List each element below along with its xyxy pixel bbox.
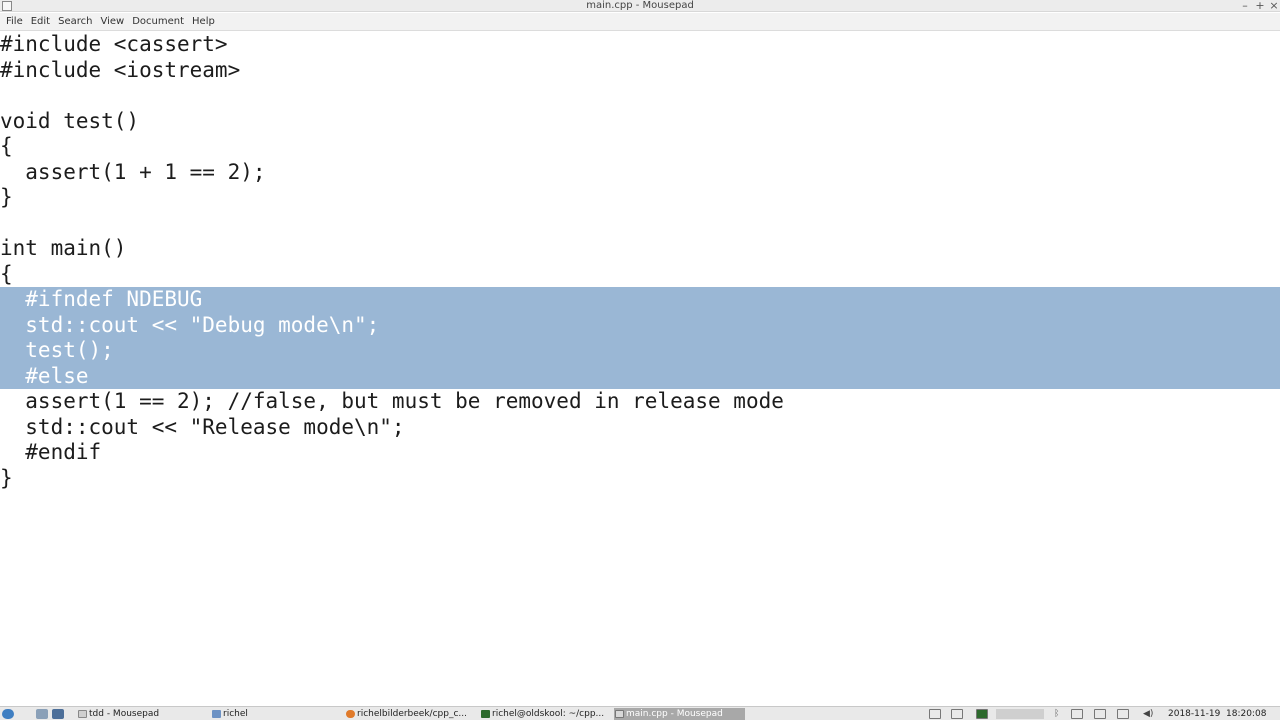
menu-help[interactable]: Help (188, 13, 219, 31)
selected-code-line[interactable]: std::cout << "Debug mode\n"; (0, 312, 1280, 338)
code-line[interactable]: int main() (0, 236, 1280, 262)
code-line[interactable]: std::cout << "Release mode\n"; (0, 415, 1280, 441)
menu-view[interactable]: View (96, 13, 128, 31)
clipboard-icon[interactable] (951, 709, 963, 719)
code-line[interactable]: #include <iostream> (0, 58, 1280, 84)
window-icon[interactable] (929, 709, 941, 719)
bluetooth-icon[interactable]: ᛒ (1054, 709, 1066, 719)
file-icon (615, 710, 624, 718)
code-line[interactable]: } (0, 185, 1280, 211)
network-icon[interactable] (1117, 709, 1129, 719)
menu-document[interactable]: Document (128, 13, 188, 31)
printer-icon[interactable] (1071, 709, 1083, 719)
firefox-icon (346, 710, 355, 718)
menu-search[interactable]: Search (54, 13, 96, 31)
menu-bar: File Edit Search View Document Help (0, 13, 1280, 31)
taskbar: tdd - Mousepad richel richelbilderbeek/c… (0, 706, 1280, 720)
task-firefox[interactable]: richelbilderbeek/cpp_c... (345, 708, 475, 720)
code-line[interactable]: { (0, 134, 1280, 160)
clock-date[interactable]: 2018-11-19 (1168, 708, 1220, 720)
task-label: richel@oldskool: ~/cpp... (492, 709, 605, 719)
folder-icon (212, 710, 221, 718)
code-line[interactable]: void test() (0, 109, 1280, 135)
text-editor[interactable]: #include <cassert> #include <iostream> v… (0, 32, 1280, 704)
selected-code-line[interactable]: test(); (0, 338, 1280, 364)
selected-code-line[interactable]: #ifndef NDEBUG (0, 287, 1280, 313)
task-label: richel (223, 709, 248, 719)
show-desktop-icon[interactable] (36, 709, 48, 719)
terminal-icon (481, 710, 490, 718)
close-button[interactable]: × (1267, 0, 1280, 12)
task-label: richelbilderbeek/cpp_c... (357, 709, 467, 719)
launcher-icon[interactable] (52, 709, 64, 719)
code-line[interactable] (0, 83, 1280, 109)
task-label: main.cpp - Mousepad (626, 709, 723, 719)
maximize-button[interactable]: + (1253, 0, 1267, 12)
network-icon[interactable] (1094, 709, 1106, 719)
task-tdd-mousepad[interactable]: tdd - Mousepad (77, 708, 205, 720)
cpu-graph (996, 709, 1044, 719)
start-menu-icon[interactable] (2, 709, 14, 719)
selected-code-line[interactable]: #else (0, 363, 1280, 389)
task-label: tdd - Mousepad (89, 709, 160, 719)
code-line[interactable] (0, 211, 1280, 237)
code-line[interactable]: assert(1 + 1 == 2); (0, 160, 1280, 186)
window-title: main.cpp - Mousepad (586, 0, 694, 11)
menu-edit[interactable]: Edit (27, 13, 54, 31)
volume-icon[interactable]: ◀) (1143, 709, 1155, 719)
menu-file[interactable]: File (2, 13, 27, 31)
task-richel[interactable]: richel (211, 708, 339, 720)
code-line[interactable]: #include <cassert> (0, 32, 1280, 58)
terminal-icon[interactable] (976, 709, 988, 719)
code-line[interactable]: { (0, 262, 1280, 288)
clock-time[interactable]: 18:20:08 (1226, 708, 1266, 720)
task-main-cpp-mousepad[interactable]: main.cpp - Mousepad (614, 708, 745, 720)
minimize-button[interactable]: – (1238, 0, 1252, 12)
code-line[interactable]: #endif (0, 440, 1280, 466)
code-line[interactable]: } (0, 466, 1280, 492)
task-terminal[interactable]: richel@oldskool: ~/cpp... (480, 708, 610, 720)
code-line[interactable]: assert(1 == 2); //false, but must be rem… (0, 389, 1280, 415)
file-icon (78, 710, 87, 718)
title-bar: main.cpp - Mousepad – + × (0, 0, 1280, 12)
